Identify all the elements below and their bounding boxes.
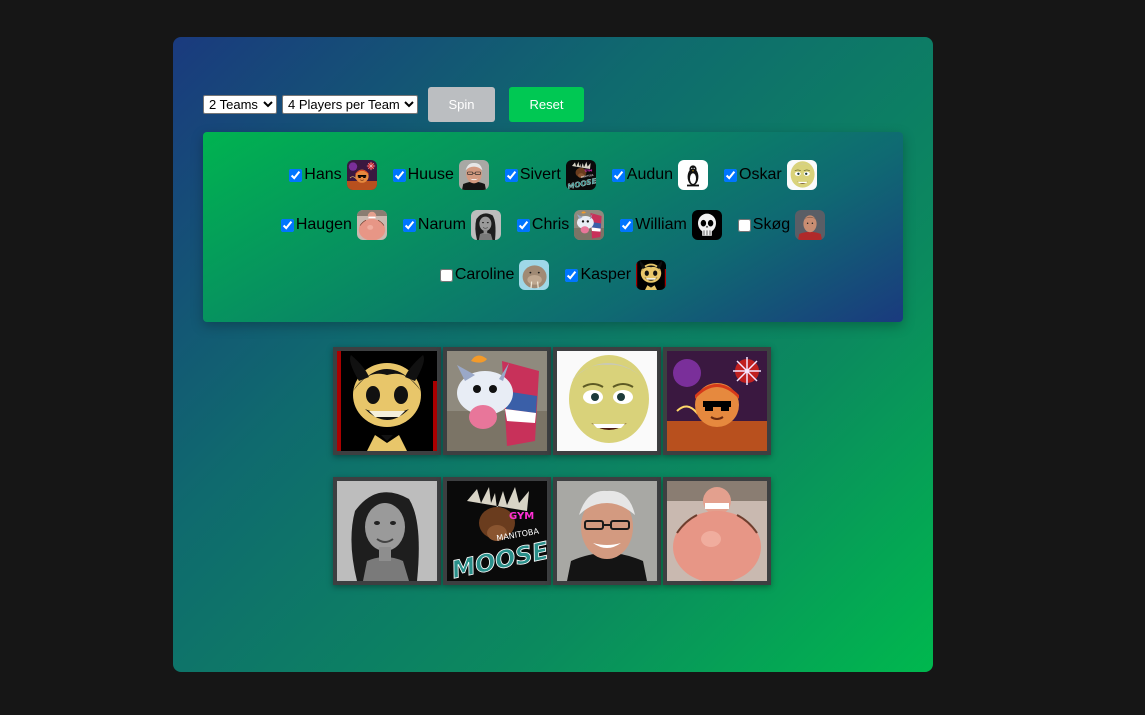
player-name: Skøg	[752, 216, 791, 233]
player-row: Haugen Narum Chris William Skøg	[203, 210, 903, 240]
bendy-image	[337, 351, 437, 451]
firework-kid-image	[667, 351, 767, 451]
player-checkbox[interactable]	[504, 168, 518, 182]
player-name: Chris	[531, 216, 570, 233]
cartoon-face-image	[557, 351, 657, 451]
poro-image	[447, 351, 547, 451]
player-checkbox[interactable]	[611, 168, 625, 182]
player-row: Caroline Kasper	[203, 260, 903, 290]
belly-avatar	[357, 210, 387, 240]
team-member-card	[443, 347, 551, 455]
firework-kid-avatar	[347, 160, 377, 190]
reset-button[interactable]: Reset	[509, 87, 584, 122]
player-name: Sivert	[519, 166, 561, 183]
woman-portrait-image	[337, 481, 437, 581]
player-william[interactable]: William	[620, 210, 722, 240]
player-name: Kasper	[580, 266, 632, 283]
player-oskar[interactable]: Oskar	[724, 160, 817, 190]
players-per-team-select[interactable]: 4 Players per Team	[282, 95, 418, 114]
player-name: Audun	[626, 166, 674, 183]
team-member-card	[663, 347, 771, 455]
skull-avatar	[692, 210, 722, 240]
team-2	[333, 477, 773, 585]
old-man-avatar	[459, 160, 489, 190]
player-chris[interactable]: Chris	[516, 210, 604, 240]
player-name: Huuse	[407, 166, 454, 183]
player-audun[interactable]: Audun	[611, 160, 708, 190]
cartoon-face-avatar	[787, 160, 817, 190]
spin-button[interactable]: Spin	[428, 87, 495, 122]
player-hans[interactable]: Hans	[289, 160, 376, 190]
player-kasper[interactable]: Kasper	[565, 260, 666, 290]
team-member-card	[333, 477, 441, 585]
player-name: Caroline	[454, 266, 515, 283]
man-avatar	[795, 210, 825, 240]
player-checkbox[interactable]	[439, 268, 453, 282]
player-checkbox[interactable]	[737, 218, 751, 232]
player-checkbox[interactable]	[620, 218, 634, 232]
player-name: Haugen	[295, 216, 352, 233]
player-checkbox[interactable]	[724, 168, 738, 182]
bendy-avatar	[636, 260, 666, 290]
woman-portrait-avatar	[471, 210, 501, 240]
player-checkbox[interactable]	[289, 168, 303, 182]
moose-logo-image	[447, 481, 547, 581]
player-caroline[interactable]: Caroline	[439, 260, 550, 290]
player-huuse[interactable]: Huuse	[392, 160, 489, 190]
player-skog[interactable]: Skøg	[737, 210, 825, 240]
player-checkbox[interactable]	[516, 218, 530, 232]
team-member-card	[443, 477, 551, 585]
walrus-avatar	[519, 260, 549, 290]
player-narum[interactable]: Narum	[402, 210, 501, 240]
player-name: Oskar	[739, 166, 782, 183]
moose-logo-avatar	[566, 160, 596, 190]
player-sivert[interactable]: Sivert	[504, 160, 596, 190]
team-member-card	[553, 477, 661, 585]
player-selection-panel: Hans Huuse Sivert Audun Oskar Haugen Nar…	[203, 132, 903, 322]
player-name: William	[635, 216, 687, 233]
player-checkbox[interactable]	[565, 268, 579, 282]
old-man-image	[557, 481, 657, 581]
controls-bar: 2 Teams 4 Players per Team Spin Reset	[203, 87, 584, 122]
player-checkbox[interactable]	[392, 168, 406, 182]
belly-image	[667, 481, 767, 581]
player-haugen[interactable]: Haugen	[280, 210, 387, 240]
player-name: Hans	[304, 166, 342, 183]
player-name: Narum	[417, 216, 466, 233]
team-spinner-panel: 2 Teams 4 Players per Team Spin Reset Ha…	[173, 37, 933, 672]
player-checkbox[interactable]	[402, 218, 416, 232]
penguin-avatar	[678, 160, 708, 190]
player-checkbox[interactable]	[280, 218, 294, 232]
team-1	[333, 347, 773, 455]
team-count-select[interactable]: 2 Teams	[203, 95, 277, 114]
poro-avatar	[574, 210, 604, 240]
team-member-card	[333, 347, 441, 455]
team-member-card	[553, 347, 661, 455]
player-row: Hans Huuse Sivert Audun Oskar	[203, 160, 903, 190]
team-member-card	[663, 477, 771, 585]
